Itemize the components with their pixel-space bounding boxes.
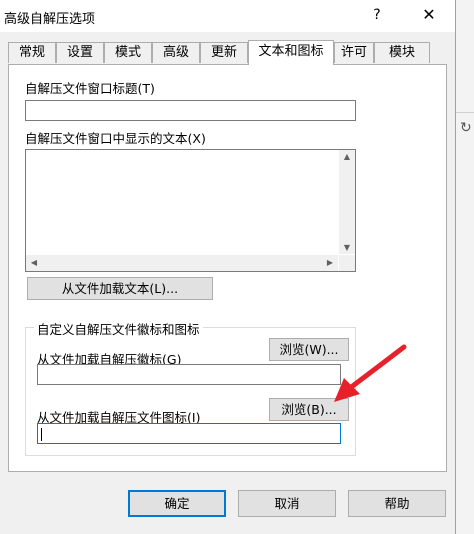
icon-file-input[interactable] — [37, 423, 341, 444]
scroll-right-icon[interactable]: ▶ — [322, 258, 338, 267]
logo-file-input[interactable] — [37, 364, 341, 385]
tab-modes[interactable]: 模式 — [104, 42, 152, 63]
group-title: 自定义自解压文件徽标和图标 — [34, 319, 203, 338]
background-window — [455, 0, 474, 534]
vertical-scrollbar[interactable]: ▲ ▼ — [339, 150, 355, 254]
display-text-label: 自解压文件窗口中显示的文本(X) — [25, 131, 206, 146]
load-text-from-file-button[interactable]: 从文件加载文本(L)... — [27, 277, 213, 300]
cancel-button[interactable]: 取消 — [238, 490, 336, 517]
annotation-arrow-icon — [334, 344, 407, 402]
scroll-up-icon[interactable]: ▲ — [339, 152, 355, 161]
ok-button[interactable]: 确定 — [128, 490, 226, 517]
refresh-icon[interactable]: ↻ — [460, 120, 474, 136]
custom-logo-icon-group: 自定义自解压文件徽标和图标 从文件加载自解压徽标(G) 浏览(W)... 从文件… — [25, 319, 356, 456]
tab-license[interactable]: 许可 — [334, 42, 374, 63]
horizontal-scrollbar[interactable]: ◀ ▶ — [26, 255, 338, 271]
help-button[interactable]: 帮助 — [348, 490, 446, 517]
window-title-label: 自解压文件窗口标题(T) — [25, 81, 155, 96]
tab-general[interactable]: 常规 — [8, 42, 56, 63]
scroll-left-icon[interactable]: ◀ — [26, 258, 42, 267]
tab-setup[interactable]: 设置 — [56, 42, 104, 63]
window-title: 高级自解压选项 — [4, 12, 96, 27]
tab-update[interactable]: 更新 — [200, 42, 248, 63]
tab-module[interactable]: 模块 — [374, 42, 430, 63]
display-text-area[interactable]: ▲ ▼ ◀ ▶ — [25, 149, 356, 272]
tab-advanced[interactable]: 高级 — [152, 42, 200, 63]
title-bar: 高级自解压选项 ? ✕ — [0, 0, 455, 32]
scrollbar-corner — [339, 255, 355, 271]
text-caret — [41, 428, 42, 441]
advanced-sfx-options-dialog: 高级自解压选项 ? ✕ 常规 设置 模式 高级 更新 文本和图标 许可 模块 自… — [0, 0, 456, 534]
tab-text-and-icon[interactable]: 文本和图标 — [248, 40, 334, 65]
scroll-down-icon[interactable]: ▼ — [339, 243, 355, 252]
help-icon[interactable]: ? — [366, 4, 388, 26]
text-and-icon-panel: 自解压文件窗口标题(T) 自解压文件窗口中显示的文本(X) ▲ ▼ ◀ ▶ 从文… — [8, 64, 447, 472]
window-title-input[interactable] — [25, 100, 356, 121]
close-icon[interactable]: ✕ — [416, 2, 442, 28]
background-divider — [455, 112, 474, 113]
